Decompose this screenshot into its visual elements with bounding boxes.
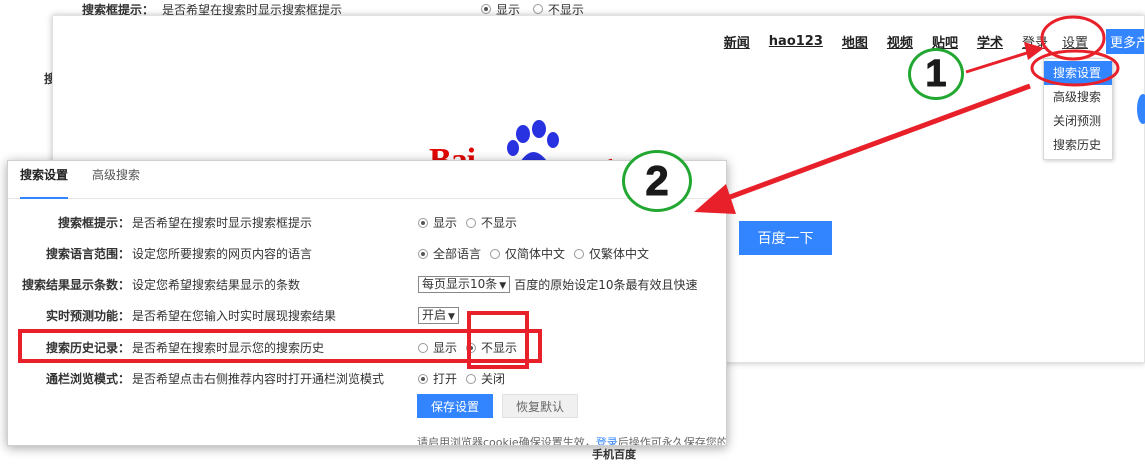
menu-item-search-settings[interactable]: 搜索设置	[1044, 61, 1112, 85]
row-label: 通栏浏览模式：	[45, 372, 130, 386]
mobile-baidu-label: 手机百度	[592, 448, 636, 461]
login-link[interactable]: 登录	[1022, 32, 1048, 51]
setting-row-search-box-hint: 搜索框提示： 是否希望在搜索时显示搜索框提示 显示 不显示	[8, 214, 726, 234]
setting-row-search-history: 搜索历史记录： 是否希望在搜索时显示您的搜索历史 显示 不显示	[8, 339, 726, 359]
step-1-number: 1	[925, 53, 947, 96]
login-link-note[interactable]: 登录	[596, 436, 618, 445]
nav-news[interactable]: 新闻	[724, 32, 750, 51]
prediction-select[interactable]: 开启 ▼	[418, 307, 459, 324]
nav-hao123[interactable]: hao123	[769, 34, 823, 49]
row-description: 设定您希望搜索结果显示的条数	[132, 278, 301, 292]
radio-show[interactable]	[418, 217, 428, 228]
more-products-button[interactable]: 更多产品	[1106, 28, 1144, 54]
select-value: 每页显示10条	[422, 277, 498, 291]
menu-item-advanced-search[interactable]: 高级搜索	[1044, 85, 1112, 109]
row-description: 是否希望在搜索时显示您的搜索历史	[132, 341, 325, 355]
settings-tabs: 搜索设置 高级搜索	[8, 161, 726, 199]
cookie-note-text-after: 后操作可永久保存您的	[617, 436, 727, 446]
setting-row-results-count: 搜索结果显示条数： 设定您希望搜索结果显示的条数 每页显示10条 ▼ 百度的原始设…	[8, 276, 726, 296]
chevron-down-icon: ▼	[448, 312, 455, 322]
baidu-search-button[interactable]: 百度一下	[739, 221, 832, 255]
radio-simplified[interactable]	[490, 248, 501, 259]
option-label: 不显示	[481, 216, 518, 230]
tab-search-settings[interactable]: 搜索设置	[20, 161, 69, 199]
option-label: 仅简体中文	[505, 247, 566, 261]
radio-traditional[interactable]	[574, 248, 585, 259]
setting-row-language: 搜索语言范围： 设定您所要搜索的网页内容的语言 全部语言 仅简体中文 仅繁体中文	[8, 245, 726, 265]
row-label: 搜索框提示：	[57, 216, 130, 230]
restore-defaults-button[interactable]: 恢复默认	[502, 394, 578, 418]
row-options: 显示 不显示	[418, 339, 526, 356]
row-description: 是否希望在搜索时显示搜索框提示	[132, 216, 313, 230]
row-label: 实时预测功能：	[45, 309, 130, 323]
option-label: 打开	[433, 372, 458, 386]
option-label: 全部语言	[433, 247, 482, 261]
results-count-note: 百度的原始设定10条最有效且快速	[514, 278, 698, 292]
row-label: 搜索历史记录：	[45, 341, 130, 355]
option-label: 不显示	[481, 341, 518, 355]
row-label: 搜索语言范围：	[45, 247, 130, 261]
save-settings-button[interactable]: 保存设置	[417, 394, 493, 418]
menu-item-close-prediction[interactable]: 关闭预测	[1044, 109, 1112, 133]
row-description: 是否希望在您输入时实时展现搜索结果	[132, 309, 337, 323]
radio-all-languages[interactable]	[418, 248, 428, 259]
nav-xueshu[interactable]: 学术	[977, 32, 1003, 51]
row-options: 每页显示10条 ▼ 百度的原始设定10条最有效且快速	[418, 276, 697, 293]
step-1-callout: 1	[908, 48, 964, 100]
menu-item-search-history[interactable]: 搜索历史	[1044, 133, 1112, 157]
row-description: 设定您所要搜索的网页内容的语言	[132, 247, 313, 261]
radio-history-show[interactable]	[418, 342, 428, 353]
cookie-note-text: 请启用浏览器cookie确保设置生效，	[417, 436, 596, 446]
option-label: 显示	[433, 341, 458, 355]
settings-dropdown-menu: 搜索设置 高级搜索 关闭预测 搜索历史	[1043, 58, 1113, 160]
tab-advanced-search[interactable]: 高级搜索	[92, 161, 140, 199]
search-bar-row: 百度一下	[713, 221, 832, 255]
radio-open[interactable]	[418, 373, 428, 384]
option-label: 显示	[433, 216, 458, 230]
step-2-callout: 2	[622, 150, 692, 212]
side-widget-edge[interactable]	[1137, 94, 1145, 124]
select-value: 开启	[422, 308, 447, 322]
option-label: 仅繁体中文	[589, 247, 650, 261]
bg-radio-hide[interactable]	[532, 4, 543, 14]
row-options: 全部语言 仅简体中文 仅繁体中文	[418, 245, 658, 262]
radio-close[interactable]	[466, 373, 477, 384]
settings-link[interactable]: 设置	[1062, 32, 1088, 51]
row-label: 搜索结果显示条数：	[21, 278, 130, 292]
search-settings-dialog: 搜索设置 高级搜索 搜索框提示： 是否希望在搜索时显示搜索框提示 显示 不显示 …	[7, 160, 727, 446]
setting-row-realtime-prediction: 实时预测功能： 是否希望在您输入时实时展现搜索结果 开启 ▼	[8, 307, 726, 327]
bg-radio-show[interactable]	[481, 4, 491, 14]
cookie-note: 请启用浏览器cookie确保设置生效，登录后操作可永久保存您的	[417, 434, 727, 446]
radio-hide[interactable]	[466, 217, 477, 228]
step-2-number: 2	[645, 157, 669, 205]
row-description: 是否希望点击右侧推荐内容时打开通栏浏览模式	[132, 372, 385, 386]
nav-map[interactable]: 地图	[842, 32, 868, 51]
chevron-down-icon: ▼	[499, 281, 507, 291]
radio-history-hide[interactable]	[466, 342, 477, 353]
row-options: 显示 不显示	[418, 214, 526, 231]
nav-video[interactable]: 视频	[887, 32, 913, 51]
row-options: 打开 关闭	[418, 370, 514, 387]
setting-row-fullwidth-mode: 通栏浏览模式： 是否希望点击右侧推荐内容时打开通栏浏览模式 打开 关闭	[8, 370, 726, 390]
results-count-select[interactable]: 每页显示10条 ▼	[418, 276, 511, 293]
row-options: 开启 ▼	[418, 307, 463, 324]
background-setting-strip: 搜索框提示： 是否希望在搜索时显示搜索框提示 显示 不显示	[0, 0, 1145, 17]
option-label: 关闭	[481, 372, 506, 386]
